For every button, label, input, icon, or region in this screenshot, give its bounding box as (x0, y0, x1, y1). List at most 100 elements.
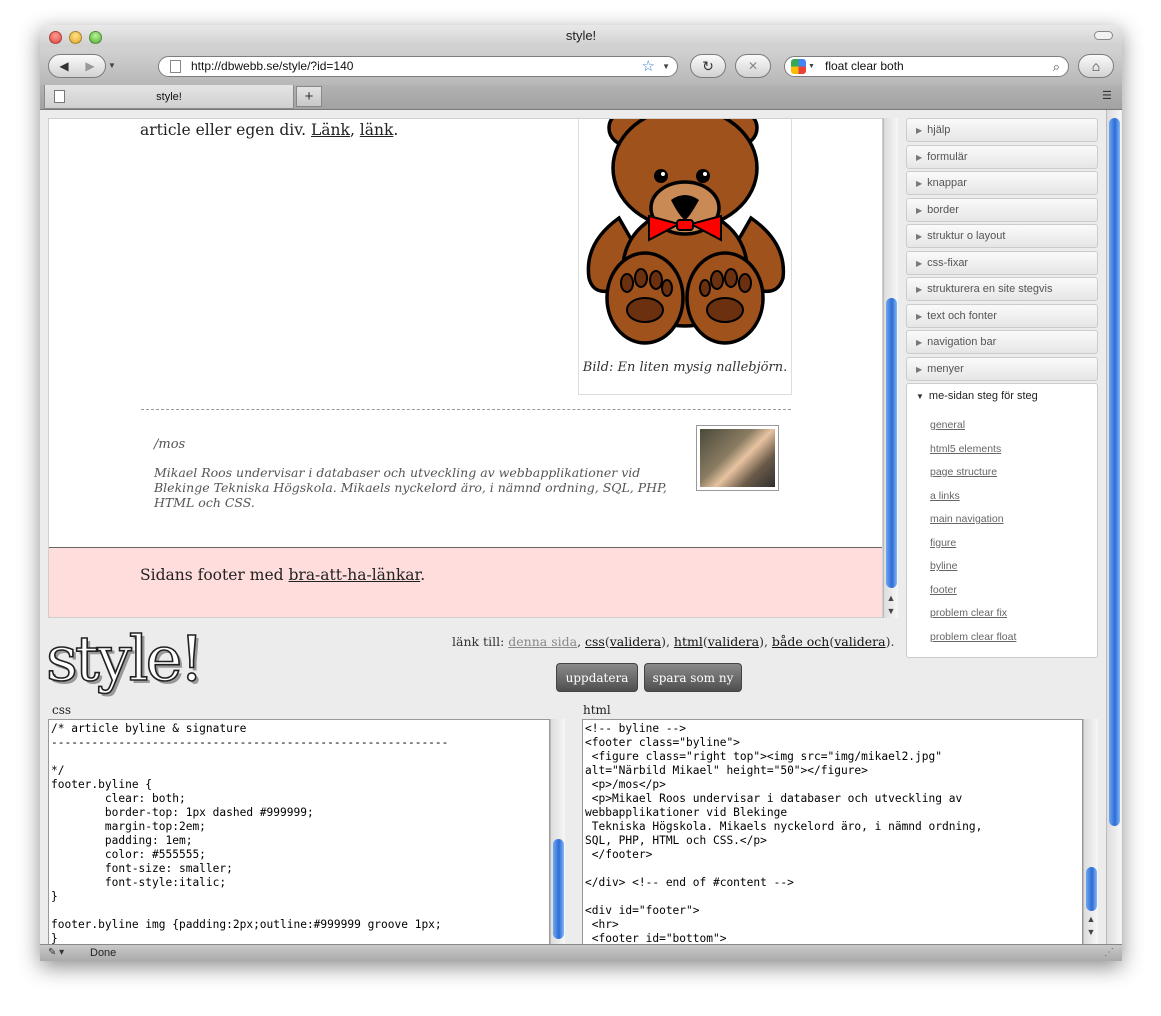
css-editor[interactable]: /* article byline & signature ----------… (48, 719, 550, 945)
new-tab-button[interactable]: + (296, 86, 322, 107)
sidebar-link[interactable]: general (930, 419, 965, 431)
sidebar-link[interactable]: byline (930, 560, 957, 572)
html-scroll-thumb[interactable] (1086, 867, 1097, 911)
sidebar-link[interactable]: a links (930, 490, 960, 502)
google-icon[interactable] (791, 59, 806, 74)
sidebar-link[interactable]: figure (930, 537, 956, 549)
search-field[interactable]: ▼ float clear both ⌕ (784, 56, 1069, 77)
sidebar-link[interactable]: html5 elements (930, 443, 1001, 455)
html-scroll-down-arrow-icon[interactable]: ▼ (1084, 926, 1098, 939)
sidebar-section-title: me-sidan steg för steg (928, 390, 1038, 402)
article-link-1[interactable]: Länk (311, 121, 350, 139)
sidebar-item[interactable]: ▶ border (906, 197, 1098, 222)
back-arrow-icon[interactable]: ◀ (51, 55, 77, 77)
status-tool-icon[interactable]: ✎ ▾ (48, 945, 64, 961)
sidebar-item[interactable]: ▶ knappar (906, 171, 1098, 195)
css-editor-scrollbar[interactable] (550, 719, 565, 945)
sidebar-item-label: strukturera en site stegvis (927, 283, 1053, 295)
sidebar-item-label: hjälp (927, 124, 951, 136)
status-text: Done (90, 947, 117, 959)
css-link[interactable]: css (585, 634, 605, 649)
html-editor[interactable]: <!-- byline --> <footer class="byline"> … (582, 719, 1083, 945)
sidebar-item[interactable]: ▶ hjälp (906, 118, 1098, 142)
status-bar: ✎ ▾ Done ⋰ (40, 944, 1122, 961)
article-intro: article eller egen div. (140, 121, 307, 139)
back-forward-buttons[interactable]: ◀ ▶ (48, 54, 106, 78)
sidebar-item[interactable]: ▶ css-fixar (906, 250, 1098, 275)
sidebar-item[interactable]: ▶ struktur o layout (906, 224, 1098, 248)
window-scroll-thumb[interactable] (1109, 118, 1120, 826)
sidebar-section-header[interactable]: ▼ me-sidan steg för steg (907, 384, 1097, 409)
sidebar-link-item: main navigation (930, 508, 1097, 532)
html-editor-scrollbar[interactable]: ▲ ▼ (1083, 719, 1098, 945)
url-dropdown-icon[interactable]: ▼ (662, 57, 670, 76)
sidebar-item-label: navigation bar (927, 336, 997, 348)
sidebar-item-label: text och fonter (927, 309, 997, 322)
sidebar-item[interactable]: ▶ strukturera en site stegvis (906, 277, 1098, 301)
stop-button[interactable]: ✕ (735, 54, 771, 78)
toolbar-toggle-button[interactable] (1094, 31, 1113, 40)
sidebar-item[interactable]: ▶ navigation bar (906, 330, 1098, 354)
link-to-label: länk till: (452, 634, 505, 649)
css-validate-link[interactable]: validera (610, 634, 661, 649)
expand-triangle-icon: ▶ (916, 152, 923, 162)
html-link[interactable]: html (674, 634, 703, 649)
footer-link[interactable]: bra-att-ha-länkar (288, 566, 420, 584)
sidebar-item-label: formulär (927, 150, 968, 163)
search-engine-dropdown-icon[interactable]: ▼ (808, 57, 815, 76)
html-validate-link[interactable]: validera (708, 634, 759, 649)
tab-title[interactable]: style! (156, 91, 182, 103)
tab-bar: style! + ☰ (40, 85, 1122, 110)
scroll-down-arrow-icon[interactable]: ▼ (884, 605, 898, 618)
search-icon[interactable]: ⌕ (1053, 57, 1060, 76)
sidebar-link-list: general html5 elements page structure a … (907, 414, 1097, 649)
sidebar-item[interactable]: ▶ text och fonter (906, 303, 1098, 328)
history-dropdown-icon[interactable]: ▼ (108, 61, 116, 70)
page-footer: Sidans footer med bra-att-ha-länkar. (49, 547, 882, 617)
expand-triangle-icon: ▶ (916, 205, 923, 215)
scroll-up-arrow-icon[interactable]: ▲ (884, 592, 898, 605)
sidebar-item[interactable]: ▶ formulär (906, 144, 1098, 169)
reload-button[interactable]: ↻ (690, 54, 726, 78)
preview-scroll-thumb[interactable] (886, 298, 897, 588)
sidebar-item-label: css-fixar (927, 256, 969, 269)
teddy-bear-figure: Bild: En liten mysig nallebjörn. (578, 119, 792, 395)
sidebar-link-item: general (930, 414, 1097, 438)
sidebar-link[interactable]: problem clear fix (930, 607, 1007, 619)
bookmark-star-icon[interactable]: ☆ (642, 57, 655, 76)
sidebar-link[interactable]: main navigation (930, 513, 1004, 525)
sidebar-link[interactable]: footer (930, 584, 957, 596)
sidebar-link[interactable]: problem clear float (930, 631, 1016, 643)
home-button[interactable]: ⌂ (1078, 54, 1114, 78)
browser-toolbar: ◀ ▶ ▼ http://dbwebb.se/style/?id=140 ☆ ▼ … (40, 47, 1122, 85)
save-as-new-button[interactable]: spara som ny (644, 663, 742, 692)
figure-caption: Bild: En liten mysig nallebjörn. (582, 360, 788, 375)
tab-page-icon (54, 90, 65, 103)
forward-arrow-icon[interactable]: ▶ (77, 55, 103, 77)
sidebar-link[interactable]: page structure (930, 466, 997, 478)
update-button[interactable]: uppdatera (556, 663, 638, 692)
html-scroll-up-arrow-icon[interactable]: ▲ (1084, 913, 1098, 926)
both-validate-link[interactable]: validera (834, 634, 885, 649)
expand-triangle-icon: ▶ (916, 126, 923, 135)
this-page-link[interactable]: denna sida (508, 634, 577, 649)
sidebar-link-item: footer (930, 579, 1097, 603)
resize-grip-icon[interactable]: ⋰ (1104, 945, 1114, 961)
tab-active[interactable]: style! (44, 85, 294, 109)
article-link-2[interactable]: länk (360, 121, 394, 139)
expand-triangle-icon: ▶ (916, 258, 923, 268)
tab-list-menu-icon[interactable]: ☰ (1102, 89, 1116, 103)
window-scrollbar[interactable] (1106, 110, 1121, 944)
search-text[interactable]: float clear both (825, 59, 904, 73)
url-text[interactable]: http://dbwebb.se/style/?id=140 (191, 59, 353, 73)
preview-scrollbar[interactable]: ▲ ▼ (883, 118, 898, 618)
sidebar-item[interactable]: ▶ menyer (906, 356, 1098, 381)
address-bar[interactable]: http://dbwebb.se/style/?id=140 ☆ ▼ (158, 56, 678, 77)
minimize-window-button[interactable] (69, 31, 82, 44)
zoom-window-button[interactable] (89, 31, 102, 44)
close-window-button[interactable] (49, 31, 62, 44)
stop-x-icon: ✕ (747, 59, 759, 73)
css-scroll-thumb[interactable] (553, 839, 564, 939)
browser-content: article eller egen div. Länk, länk. Bild… (40, 110, 1122, 945)
both-link[interactable]: både och (772, 634, 829, 649)
